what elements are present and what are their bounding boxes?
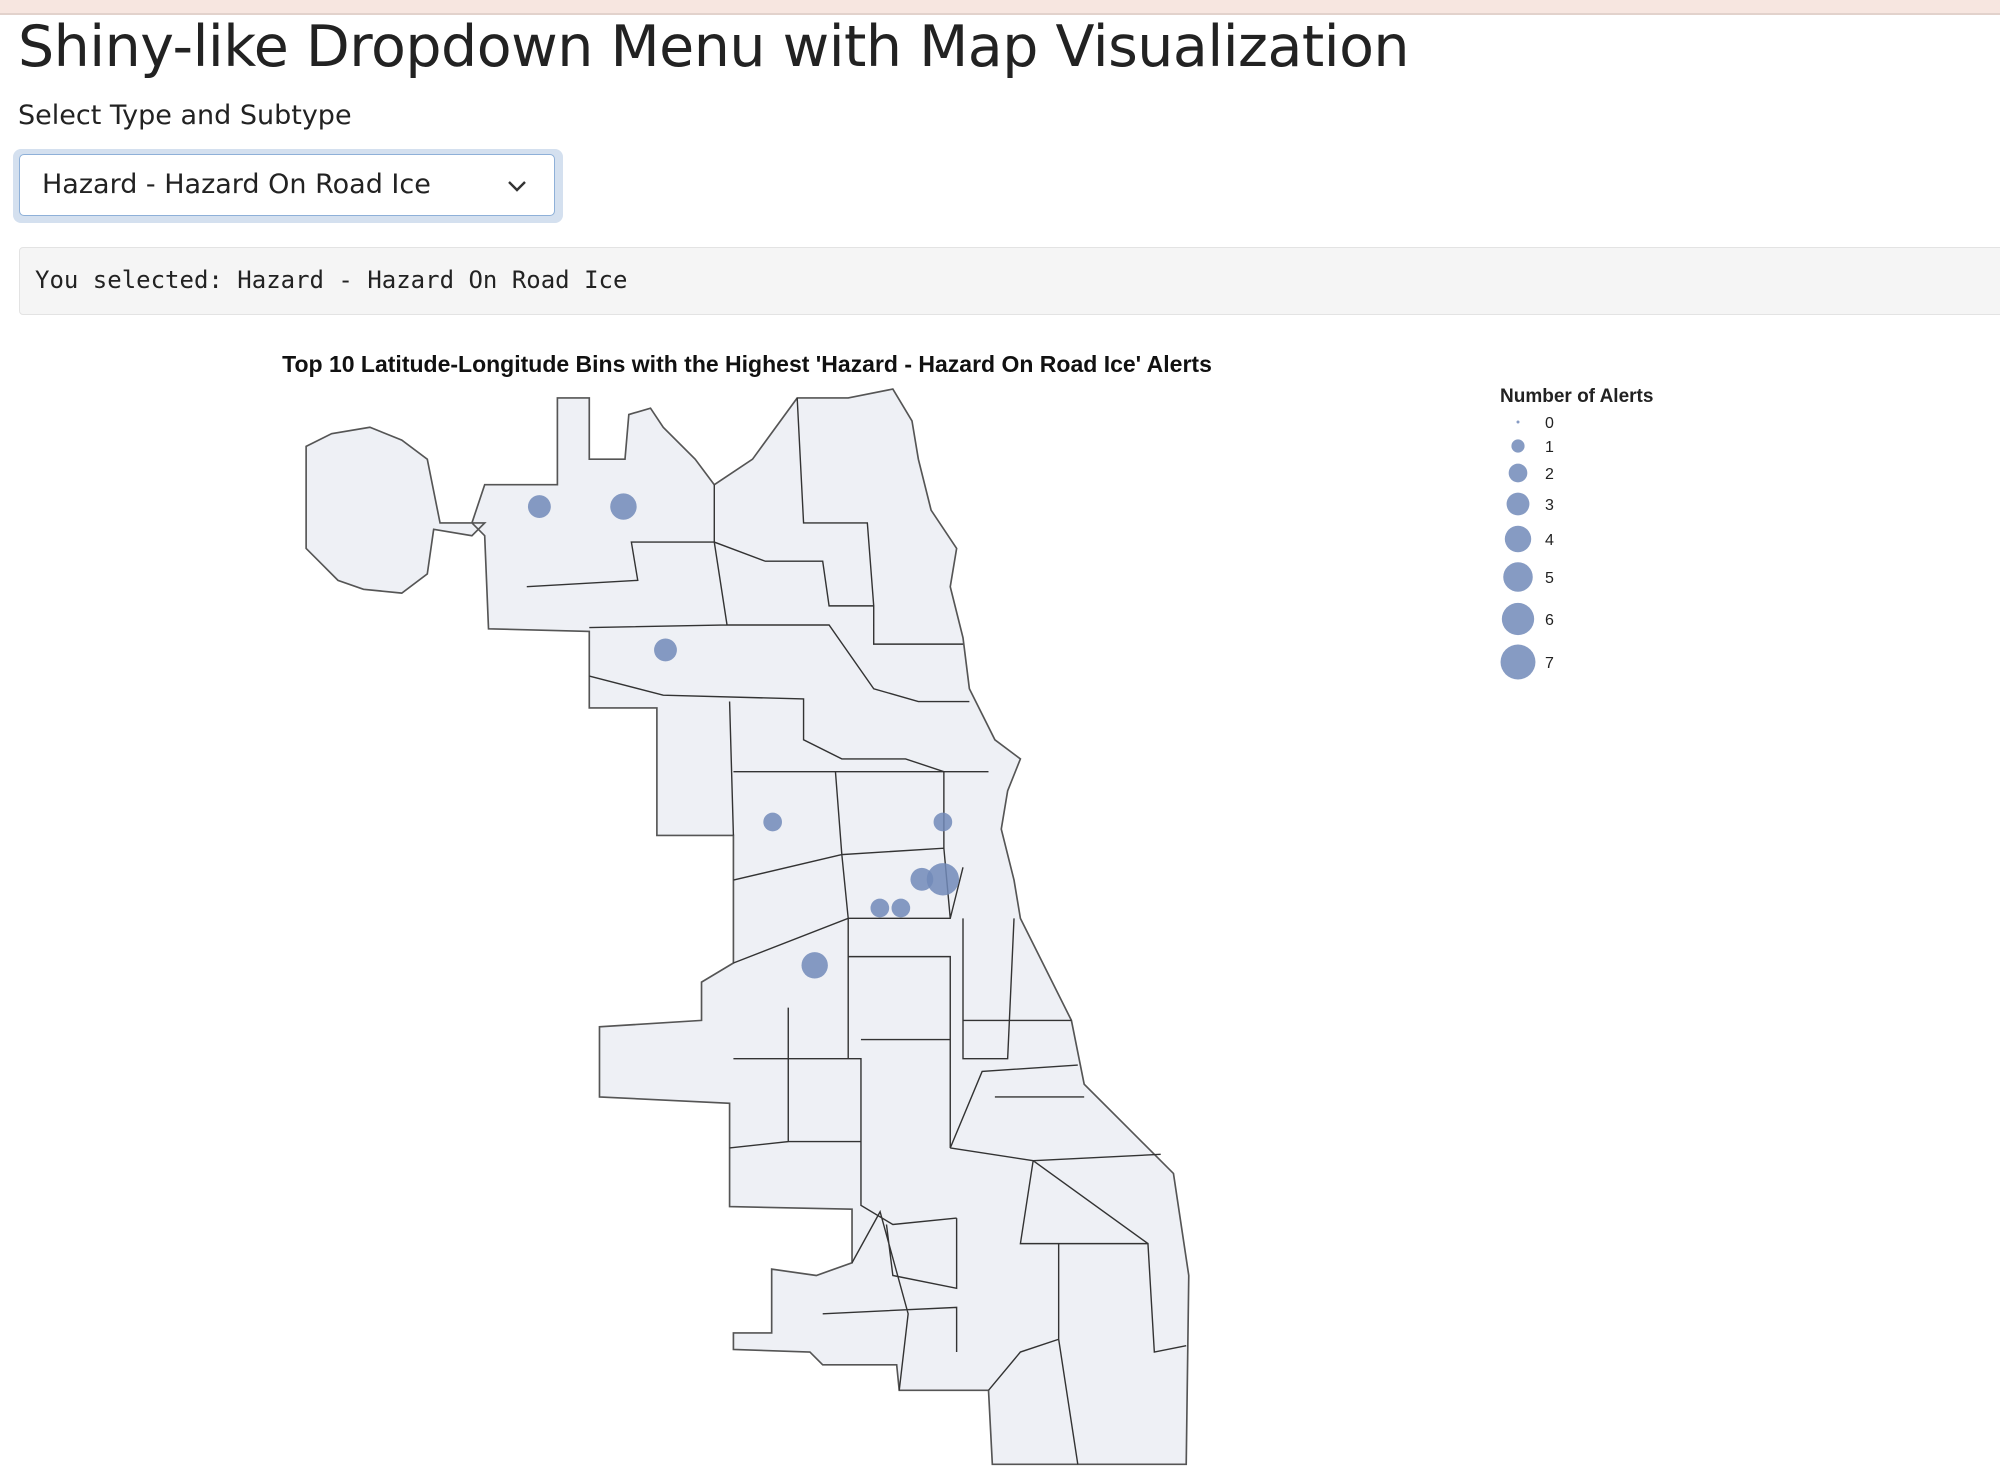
legend-label-2: 2 <box>1545 466 1554 483</box>
page-title: Shiny-like Dropdown Menu with Map Visual… <box>18 14 1410 80</box>
alert-point-1 <box>527 495 551 519</box>
type-subtype-select[interactable]: Hazard - Hazard On Road Ice <box>19 154 555 216</box>
legend-label-5: 5 <box>1545 570 1554 587</box>
map-chart: Top 10 Latitude-Longitude Bins with the … <box>282 351 1653 1466</box>
alert-point-8 <box>870 898 890 918</box>
chicago-map <box>305 388 1190 1466</box>
legend-label-4: 4 <box>1545 532 1554 549</box>
legend-label-3: 3 <box>1545 497 1554 514</box>
select-label: Select Type and Subtype <box>18 100 352 131</box>
legend-symbol-3 <box>1506 492 1530 516</box>
legend-label-1: 1 <box>1545 439 1554 456</box>
selected-value: Hazard - Hazard On Road Ice <box>42 169 431 200</box>
chart-title: Top 10 Latitude-Longitude Bins with the … <box>282 351 1212 377</box>
legend-symbol-7 <box>1500 644 1536 680</box>
legend-title: Number of Alerts <box>1500 386 1653 407</box>
alert-point-3 <box>654 638 677 662</box>
alert-point-10 <box>801 952 828 979</box>
alert-point-9 <box>891 898 911 918</box>
alert-point-4 <box>763 812 782 832</box>
type-subtype-select-focus-ring: Hazard - Hazard On Road Ice <box>13 149 563 223</box>
alert-point-7 <box>926 863 960 896</box>
alert-point-5 <box>933 812 953 832</box>
legend: Number of Alerts 0 1 2 3 4 5 6 7 <box>1500 386 1653 680</box>
browser-top-bar <box>0 0 2000 15</box>
legend-symbol-6 <box>1501 602 1535 636</box>
legend-symbol-4 <box>1504 525 1532 553</box>
city-outline <box>305 388 1190 1466</box>
legend-symbol-0 <box>1516 420 1520 424</box>
legend-label-6: 6 <box>1545 612 1554 629</box>
chevron-down-icon <box>508 181 526 192</box>
legend-symbol-1 <box>1511 439 1525 453</box>
legend-symbol-2 <box>1508 463 1528 483</box>
legend-label-7: 7 <box>1545 655 1554 672</box>
alert-point-2 <box>610 493 637 520</box>
selection-output: You selected: Hazard - Hazard On Road Ic… <box>19 247 2000 315</box>
selection-output-text: You selected: Hazard - Hazard On Road Ic… <box>35 266 628 294</box>
legend-label-0: 0 <box>1545 415 1554 432</box>
legend-symbol-5 <box>1503 562 1533 592</box>
